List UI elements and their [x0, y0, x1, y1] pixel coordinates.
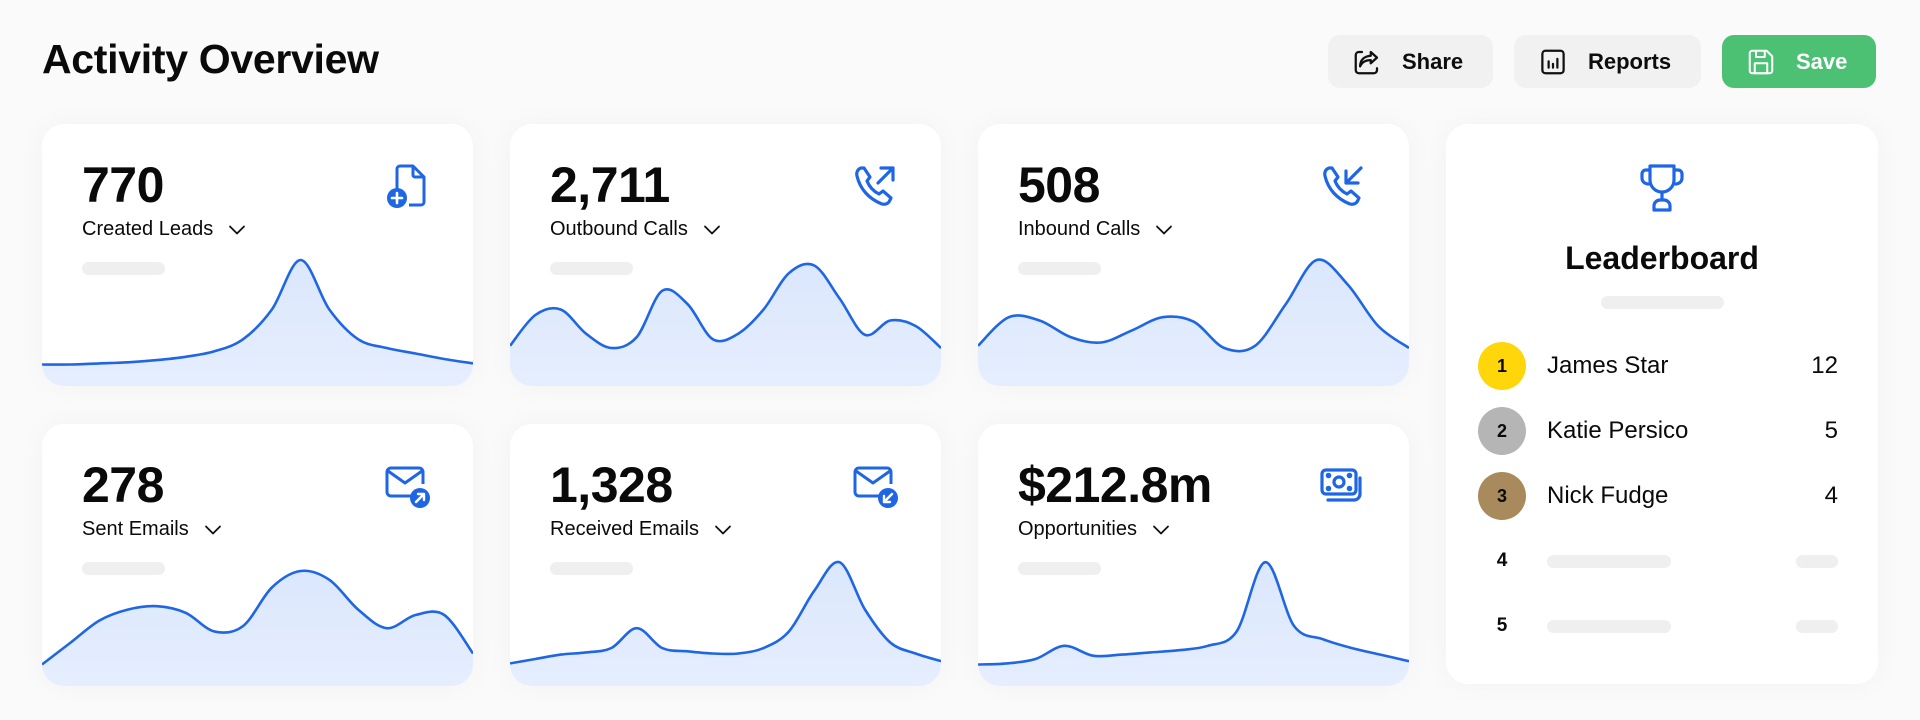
- metric-value: 278: [82, 457, 164, 513]
- leaderboard-name: Nick Fudge: [1547, 482, 1669, 509]
- chevron-down-icon: [229, 225, 246, 234]
- page-title: Activity Overview: [42, 36, 379, 82]
- chevron-down-icon: [204, 525, 221, 534]
- sparkline-chart: [42, 569, 473, 686]
- leaderboard-row[interactable]: 4: [1478, 536, 1838, 586]
- toolbar: Share Reports Save: [1328, 35, 1876, 88]
- rank-badge: 2: [1478, 407, 1526, 455]
- metric-value: $212.8m: [1018, 457, 1212, 513]
- sparkline-area: [510, 263, 941, 386]
- leaderboard-score-placeholder: [1796, 554, 1838, 568]
- sparkline-area: [42, 260, 473, 386]
- leaderboard-score-placeholder: [1796, 619, 1838, 633]
- metric-card-opportunities: $212.8m Opportunities: [978, 424, 1409, 686]
- metric-card-created-leads: 770 Created Leads: [42, 124, 473, 386]
- leaderboard-row[interactable]: 3 Nick Fudge 4: [1478, 471, 1838, 521]
- reports-label: Reports: [1588, 48, 1672, 74]
- leaderboard-row[interactable]: 5: [1478, 601, 1838, 651]
- chevron-down-icon: [1156, 225, 1173, 234]
- leaderboard-card: Leaderboard 1 James Star 12 2 Katie Persico 5…: [1446, 124, 1878, 684]
- reports-button[interactable]: Reports: [1514, 35, 1701, 88]
- sparkline-chart: [510, 560, 941, 686]
- trophy-icon: [1640, 164, 1684, 212]
- leaderboard-subtitle-placeholder: [1601, 296, 1724, 309]
- leaderboard-name-placeholder: [1547, 554, 1671, 568]
- phone-incoming-icon: [1323, 166, 1363, 206]
- sparkline-chart: [978, 560, 1409, 686]
- metric-value: 1,328: [550, 457, 673, 513]
- rank-badge: 3: [1478, 472, 1526, 520]
- leaderboard-title: Leaderboard: [1565, 240, 1759, 276]
- rank-number: 5: [1496, 615, 1508, 636]
- bar-chart-icon: [1541, 49, 1565, 74]
- metric-value: 508: [1018, 157, 1100, 213]
- rank-number: 4: [1496, 550, 1508, 571]
- leaderboard-name-placeholder: [1547, 619, 1671, 633]
- sparkline-area: [978, 562, 1409, 686]
- sparkline-chart: [510, 262, 941, 386]
- sparkline-area: [510, 561, 941, 686]
- leaderboard-name: James Star: [1547, 352, 1669, 379]
- chevron-down-icon: [703, 225, 720, 234]
- save-label: Save: [1796, 48, 1848, 74]
- share-icon: [1354, 50, 1379, 74]
- leaderboard-score: 5: [1824, 417, 1838, 444]
- phone-outgoing-icon: [855, 166, 895, 206]
- metric-card-sent-emails: 278 Sent Emails: [42, 424, 473, 686]
- leaderboard-name: Katie Persico: [1547, 417, 1689, 444]
- sparkline-chart: [42, 258, 473, 386]
- metric-card-received-emails: 1,328 Received Emails: [510, 424, 941, 686]
- chevron-down-icon: [1153, 525, 1169, 534]
- chevron-down-icon: [715, 525, 731, 534]
- leaderboard-row[interactable]: 2 Katie Persico 5: [1478, 406, 1838, 456]
- mail-sent-icon: [385, 466, 430, 508]
- metric-card-outbound-calls: 2,711 Outbound Calls: [510, 124, 941, 386]
- metric-value: 2,711: [550, 157, 670, 213]
- metric-value: 770: [82, 157, 164, 213]
- document-plus-icon: [387, 164, 426, 208]
- share-button[interactable]: Share: [1328, 35, 1493, 88]
- mail-received-icon: [853, 466, 898, 508]
- leaderboard-score: 12: [1811, 352, 1838, 379]
- sparkline-area: [42, 570, 473, 686]
- share-label: Share: [1402, 48, 1464, 74]
- banknotes-icon: [1320, 468, 1362, 502]
- rank-badge: 1: [1478, 342, 1526, 390]
- sparkline-chart: [978, 258, 1409, 386]
- save-button[interactable]: Save: [1722, 35, 1876, 88]
- floppy-disk-icon: [1748, 49, 1774, 74]
- leaderboard-score: 4: [1824, 482, 1838, 509]
- leaderboard-row[interactable]: 1 James Star 12: [1478, 341, 1838, 391]
- metric-card-inbound-calls: 508 Inbound Calls: [978, 124, 1409, 386]
